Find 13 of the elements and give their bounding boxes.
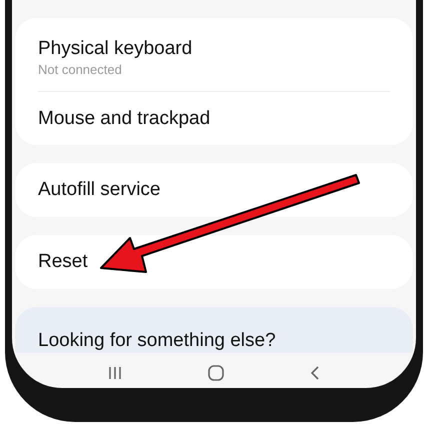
settings-item[interactable]: Autofill service bbox=[38, 163, 390, 217]
item-title: Reset bbox=[38, 250, 89, 274]
item-title: Autofill service bbox=[38, 178, 162, 202]
item-title: Physical keyboard bbox=[38, 36, 194, 60]
settings-item[interactable]: Reset bbox=[38, 235, 390, 289]
item-subtitle: Not connected bbox=[38, 60, 123, 78]
settings-item[interactable]: Mouse and trackpad bbox=[38, 91, 390, 145]
recent-apps-icon[interactable] bbox=[108, 366, 122, 380]
item-title: Mouse and trackpad bbox=[38, 106, 212, 130]
suggestion-title: Looking for something else? bbox=[38, 330, 276, 351]
back-icon[interactable] bbox=[310, 366, 320, 380]
settings-item[interactable]: Physical keyboard Not connected bbox=[38, 18, 390, 91]
home-icon[interactable] bbox=[208, 365, 224, 381]
